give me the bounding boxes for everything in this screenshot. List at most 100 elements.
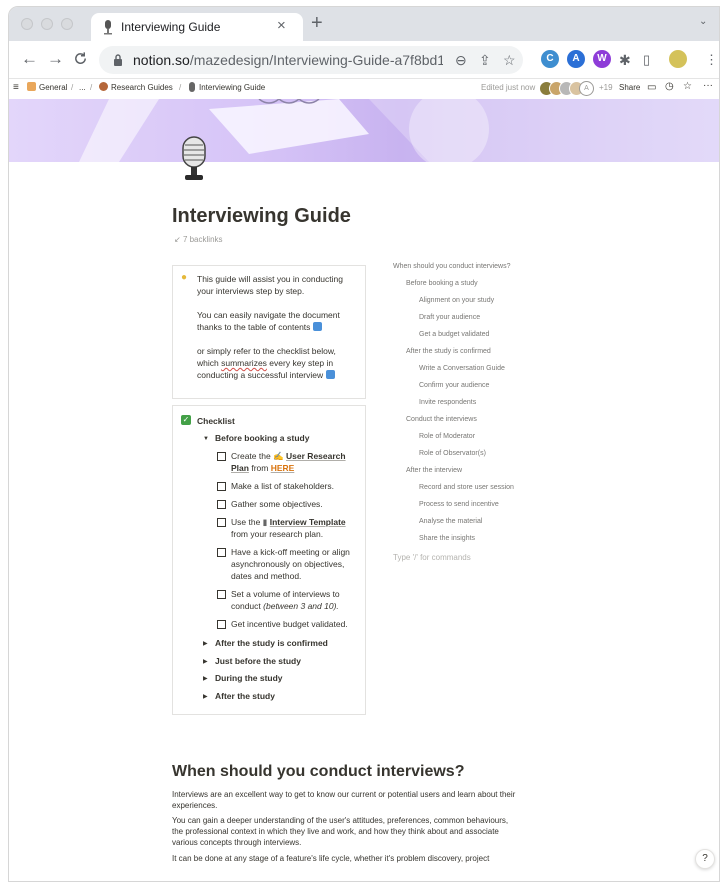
toc-item[interactable]: Get a budget validated (419, 331, 489, 338)
here-link[interactable]: HERE (271, 463, 295, 473)
forward-arrow-icon[interactable]: → (47, 50, 64, 68)
tab-close-icon[interactable]: × (277, 17, 286, 34)
toc-item[interactable]: Confirm your audience (419, 382, 489, 389)
extension-icon[interactable]: W (593, 50, 611, 68)
breadcrumb-research-guides[interactable]: Research Guides (111, 83, 173, 92)
avatar[interactable]: A (579, 81, 594, 96)
toggle-during[interactable]: During the study (215, 672, 283, 684)
more-viewers-count[interactable]: +19 (599, 83, 613, 92)
microphone-icon (104, 20, 112, 35)
pen-icon: ✍ (273, 451, 284, 461)
checkbox[interactable] (217, 590, 226, 599)
close-window-button[interactable] (21, 18, 33, 30)
checkbox[interactable] (217, 518, 226, 527)
toggle-closed-icon[interactable]: ▶ (203, 675, 208, 682)
zoom-icon[interactable]: ⊖ (455, 52, 467, 69)
toc-item[interactable]: Invite respondents (419, 399, 476, 406)
maximize-window-button[interactable] (61, 18, 73, 30)
microphone-icon (189, 82, 195, 92)
callout-text: your interviews step by step. (197, 286, 305, 296)
chevron-down-icon[interactable]: ⌄ (699, 16, 707, 27)
toc-item[interactable]: After the study is confirmed (406, 348, 491, 355)
callout-text: or simply refer to the checklist below, (197, 346, 336, 356)
toc-item[interactable]: Before booking a study (406, 280, 478, 287)
toggle-after-study[interactable]: After the study (215, 690, 275, 702)
breadcrumb-ellipsis[interactable]: ... (79, 83, 86, 92)
clock-icon[interactable]: ◷ (665, 81, 674, 92)
minimize-window-button[interactable] (41, 18, 53, 30)
command-placeholder[interactable]: Type '/' for commands (393, 553, 471, 562)
more-menu-icon[interactable]: ⋮ (705, 51, 718, 69)
microphone-icon (182, 136, 206, 180)
edited-status: Edited just now (481, 83, 536, 92)
toc-item[interactable]: Share the insights (419, 535, 475, 542)
toc-item[interactable]: Draft your audience (419, 314, 480, 321)
toc-item[interactable]: Conduct the interviews (406, 416, 477, 423)
help-button[interactable]: ? (695, 849, 715, 869)
callout-text: which summarizes every key step in (197, 358, 334, 368)
toc-item[interactable]: After the interview (406, 467, 462, 474)
breadcrumb-interviewing-guide[interactable]: Interviewing Guide (199, 83, 265, 92)
share-page-icon[interactable]: ⇪ (479, 52, 491, 69)
backlinks-link[interactable]: ↙ 7 backlinks (174, 235, 223, 244)
extension-icon[interactable]: A (567, 50, 585, 68)
toc-item[interactable]: Analyse the material (419, 518, 482, 525)
sidebar-toggle-icon[interactable]: ≡ (13, 82, 19, 93)
back-arrow-icon[interactable]: ← (21, 50, 38, 68)
bookmark-star-icon[interactable]: ☆ (503, 52, 516, 69)
breadcrumb-separator: / (71, 83, 74, 92)
checkbox[interactable] (217, 452, 226, 461)
reload-icon[interactable] (73, 51, 88, 66)
paragraph: It can be done at any stage of a feature… (172, 854, 490, 863)
puzzle-icon[interactable]: ✱ (619, 51, 631, 69)
research-guides-icon (99, 82, 108, 91)
toggle-before-booking[interactable]: Before booking a study (215, 432, 309, 444)
checkbox[interactable] (217, 482, 226, 491)
notion-topbar: ≡ General / ... / Research Guides / Inte… (9, 79, 719, 99)
toggle-just-before[interactable]: Just before the study (215, 655, 301, 667)
interview-template-link[interactable]: Interview Template (270, 517, 346, 527)
comment-icon[interactable]: ▭ (647, 82, 656, 93)
checklist-item-text: dates and method. (231, 571, 302, 581)
breadcrumb-separator: / (179, 83, 182, 92)
toc-item[interactable]: Alignment on your study (419, 297, 494, 304)
omnibox[interactable]: notion.so/mazedesign/Interviewing-Guide-… (99, 46, 523, 74)
side-panel-icon[interactable]: ▯ (643, 51, 650, 69)
paragraph: You can gain a deeper understanding of t… (172, 816, 509, 847)
toggle-closed-icon[interactable]: ▶ (203, 640, 208, 647)
new-tab-button[interactable]: + (311, 13, 323, 33)
share-button[interactable]: Share (619, 83, 640, 92)
toc-item[interactable]: Role of Moderator (419, 433, 475, 440)
more-options-icon[interactable]: ··· (703, 80, 713, 91)
extension-icon[interactable]: C (541, 50, 559, 68)
arrow-down-icon (325, 370, 335, 379)
toggle-closed-icon[interactable]: ▶ (203, 658, 208, 665)
tab-interviewing-guide[interactable]: Interviewing Guide × (91, 13, 303, 41)
user-research-plan-link[interactable]: User Research (286, 451, 346, 461)
breadcrumb-general[interactable]: General (39, 83, 67, 92)
toggle-closed-icon[interactable]: ▶ (203, 693, 208, 700)
toggle-after-confirmed[interactable]: After the study is confirmed (215, 637, 328, 649)
checklist-item-text: Gather some objectives. (231, 499, 323, 509)
toc-item[interactable]: Role of Observator(s) (419, 450, 486, 457)
callout-text: You can easily navigate the document (197, 310, 340, 320)
checklist-title: Checklist (197, 416, 235, 426)
checkbox[interactable] (217, 500, 226, 509)
user-research-plan-link[interactable]: Plan (231, 463, 249, 473)
toc-item[interactable]: Process to send incentive (419, 501, 499, 508)
checklist-item-text: Have a kick-off meeting or align (231, 547, 350, 557)
tab-title: Interviewing Guide (121, 20, 221, 34)
toc-item[interactable]: Record and store user session (419, 484, 514, 491)
checklist-item-text: from your research plan. (231, 529, 324, 539)
profile-avatar[interactable] (669, 50, 687, 68)
toc-item[interactable]: Write a Conversation Guide (419, 365, 505, 372)
checkbox[interactable] (217, 548, 226, 557)
toc-item[interactable]: When should you conduct interviews? (393, 263, 511, 270)
checklist-item-text: asynchronously on objectives, (231, 559, 345, 569)
checkbox[interactable] (217, 620, 226, 629)
favorite-star-icon[interactable]: ☆ (683, 81, 692, 92)
checklist-item-text: Set a volume of interviews to (231, 589, 340, 599)
microphone-icon: ▮ (262, 517, 268, 527)
checklist-item-text: Make a list of stakeholders. (231, 481, 334, 491)
toggle-open-icon[interactable]: ▼ (203, 436, 209, 442)
